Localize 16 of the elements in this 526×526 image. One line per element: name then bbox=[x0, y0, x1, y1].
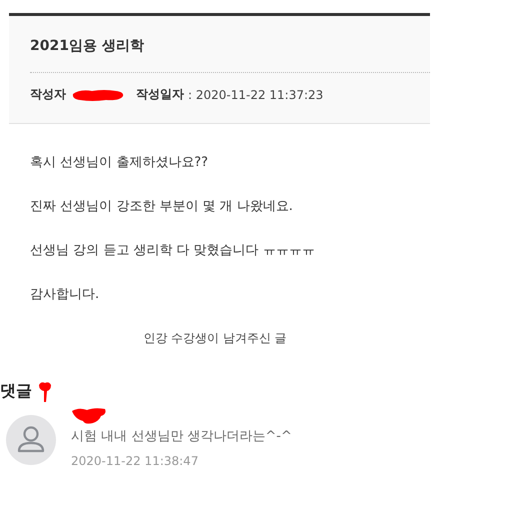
avatar-icon bbox=[6, 415, 56, 465]
caption-text: 인강 수강생이 남겨주신 글 bbox=[142, 330, 288, 347]
comment-date: 2020-11-22 11:38:47 bbox=[71, 454, 200, 468]
redaction-mark bbox=[71, 407, 107, 425]
author-label: 작성자 bbox=[30, 86, 66, 103]
post-title: 2021임용 생리학 bbox=[30, 16, 430, 73]
body-text: 감사합니다. bbox=[30, 286, 100, 304]
body-text: 진짜 선생님이 강조한 부분이 몇 개 나왔네요. bbox=[30, 198, 294, 216]
post-date: : 2020-11-22 11:37:23 bbox=[188, 88, 324, 102]
body-text: 선생님 강의 듣고 생리학 다 맞혔습니다 ㅠㅠㅠㅠ bbox=[30, 242, 316, 260]
comment-text: 시험 내내 선생님만 생각나더라는^-^ bbox=[71, 428, 292, 445]
date-label: 작성일자 bbox=[136, 86, 184, 103]
redaction-mark bbox=[70, 88, 126, 102]
body-text: 혹시 선생님이 출제하셨나요?? bbox=[30, 154, 210, 172]
comments-heading: 댓글 bbox=[0, 381, 32, 402]
redaction-mark bbox=[38, 381, 52, 403]
